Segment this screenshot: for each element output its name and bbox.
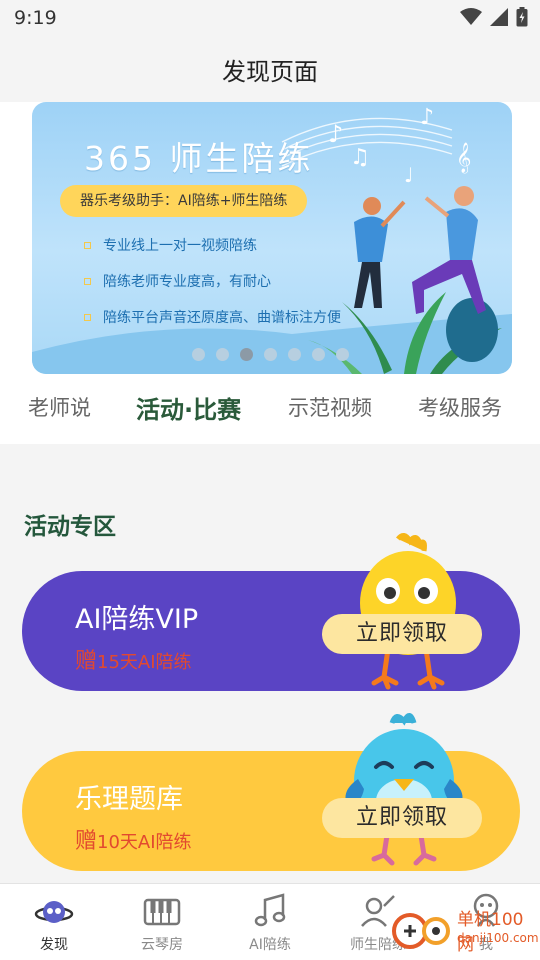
nav-discover[interactable]: 发现 <box>0 892 108 954</box>
banner-feature-text: 陪练平台声音还原度高、曲谱标注方便 <box>103 310 341 326</box>
svg-text:𝄞: 𝄞 <box>456 142 471 174</box>
bullet-icon <box>84 277 91 285</box>
banner-pill: 器乐考级助手：AI陪练+师生陪练 <box>60 185 308 217</box>
tab-activities-contests[interactable]: 活动·比赛 <box>136 390 241 425</box>
nav-label: AI陪练 <box>249 937 291 953</box>
status-bar: 9:19 <box>0 0 540 36</box>
music-note-icon <box>254 893 286 927</box>
category-tabs: 老师说 活动·比赛 示范视频 考级服务 <box>0 392 540 436</box>
nav-cloud-piano-room[interactable]: 云琴房 <box>108 892 216 954</box>
carousel-dot[interactable] <box>288 348 301 361</box>
carousel-dot[interactable] <box>216 348 229 361</box>
bullet-icon <box>84 241 91 249</box>
svg-text:♪: ♪ <box>328 120 343 148</box>
page-title: 发现页面 <box>222 58 318 86</box>
banner-feature: 专业线上一对一视频陪练 <box>84 235 257 255</box>
claim-button[interactable]: 立即领取 <box>322 798 482 838</box>
carousel-dot[interactable] <box>264 348 277 361</box>
site-watermark: 单机100网 danji100.com <box>390 905 540 955</box>
wifi-icon <box>460 8 482 25</box>
tab-exam-services[interactable]: 考级服务 <box>418 392 502 422</box>
promo-banner[interactable]: ♪ ♫ ♩ ♪ 𝄞 365 师生陪练 器乐考级助手：AI陪练+师生陪练 专业线上… <box>32 102 512 374</box>
carousel-dot[interactable] <box>336 348 349 361</box>
svg-text:♩: ♩ <box>404 163 413 187</box>
nav-ai-practice[interactable]: AI陪练 <box>216 892 324 954</box>
promo-gift-text: 赠10天AI陪练 <box>75 823 192 855</box>
tab-teacher-says[interactable]: 老师说 <box>28 392 91 422</box>
planet-icon <box>34 901 74 923</box>
promo-title: AI陪练VIP <box>75 604 199 635</box>
banner-title: 365 师生陪练 <box>84 139 314 178</box>
nav-label: 发现 <box>40 937 68 953</box>
carousel-dot[interactable] <box>312 348 325 361</box>
nav-label: 云琴房 <box>141 937 183 953</box>
battery-icon <box>516 7 528 27</box>
gift-prefix: 赠 <box>75 649 98 674</box>
section-title: 活动专区 <box>24 514 116 540</box>
banner-feature: 陪练老师专业度高，有耐心 <box>84 271 271 291</box>
piano-icon <box>143 898 181 926</box>
banner-feature-text: 陪练老师专业度高，有耐心 <box>103 274 271 290</box>
svg-text:♫: ♫ <box>350 145 370 170</box>
chick-mascot-icon <box>360 533 456 690</box>
promo-title: 乐理题库 <box>75 784 183 815</box>
banner-feature-text: 专业线上一对一视频陪练 <box>103 238 257 254</box>
watermark-text: 单机100网 <box>457 910 524 955</box>
status-icons <box>460 7 528 27</box>
gift-prefix: 赠 <box>75 829 98 854</box>
bullet-icon <box>84 313 91 321</box>
carousel-dot[interactable] <box>240 348 253 361</box>
watermark-logo-icon <box>392 913 450 949</box>
carousel-dot[interactable] <box>192 348 205 361</box>
watermark-url: danji100.com <box>457 931 539 945</box>
banner-feature: 陪练平台声音还原度高、曲谱标注方便 <box>84 307 341 327</box>
claim-button[interactable]: 立即领取 <box>322 614 482 654</box>
carousel-indicator[interactable] <box>192 348 349 361</box>
status-time: 9:19 <box>14 7 57 29</box>
promo-card-ai-vip[interactable]: AI陪练VIP 赠15天AI陪练 立即领取 <box>22 533 520 691</box>
gift-detail: 10天AI陪练 <box>97 832 192 853</box>
signal-icon <box>490 8 508 26</box>
tab-demo-videos[interactable]: 示范视频 <box>288 392 372 422</box>
svg-text:♪: ♪ <box>420 105 434 130</box>
promo-gift-text: 赠15天AI陪练 <box>75 643 192 675</box>
promo-card-music-theory[interactable]: 乐理题库 赠10天AI陪练 立即领取 <box>22 713 520 871</box>
bird-mascot-icon <box>345 713 463 866</box>
gift-detail: 15天AI陪练 <box>97 652 192 673</box>
